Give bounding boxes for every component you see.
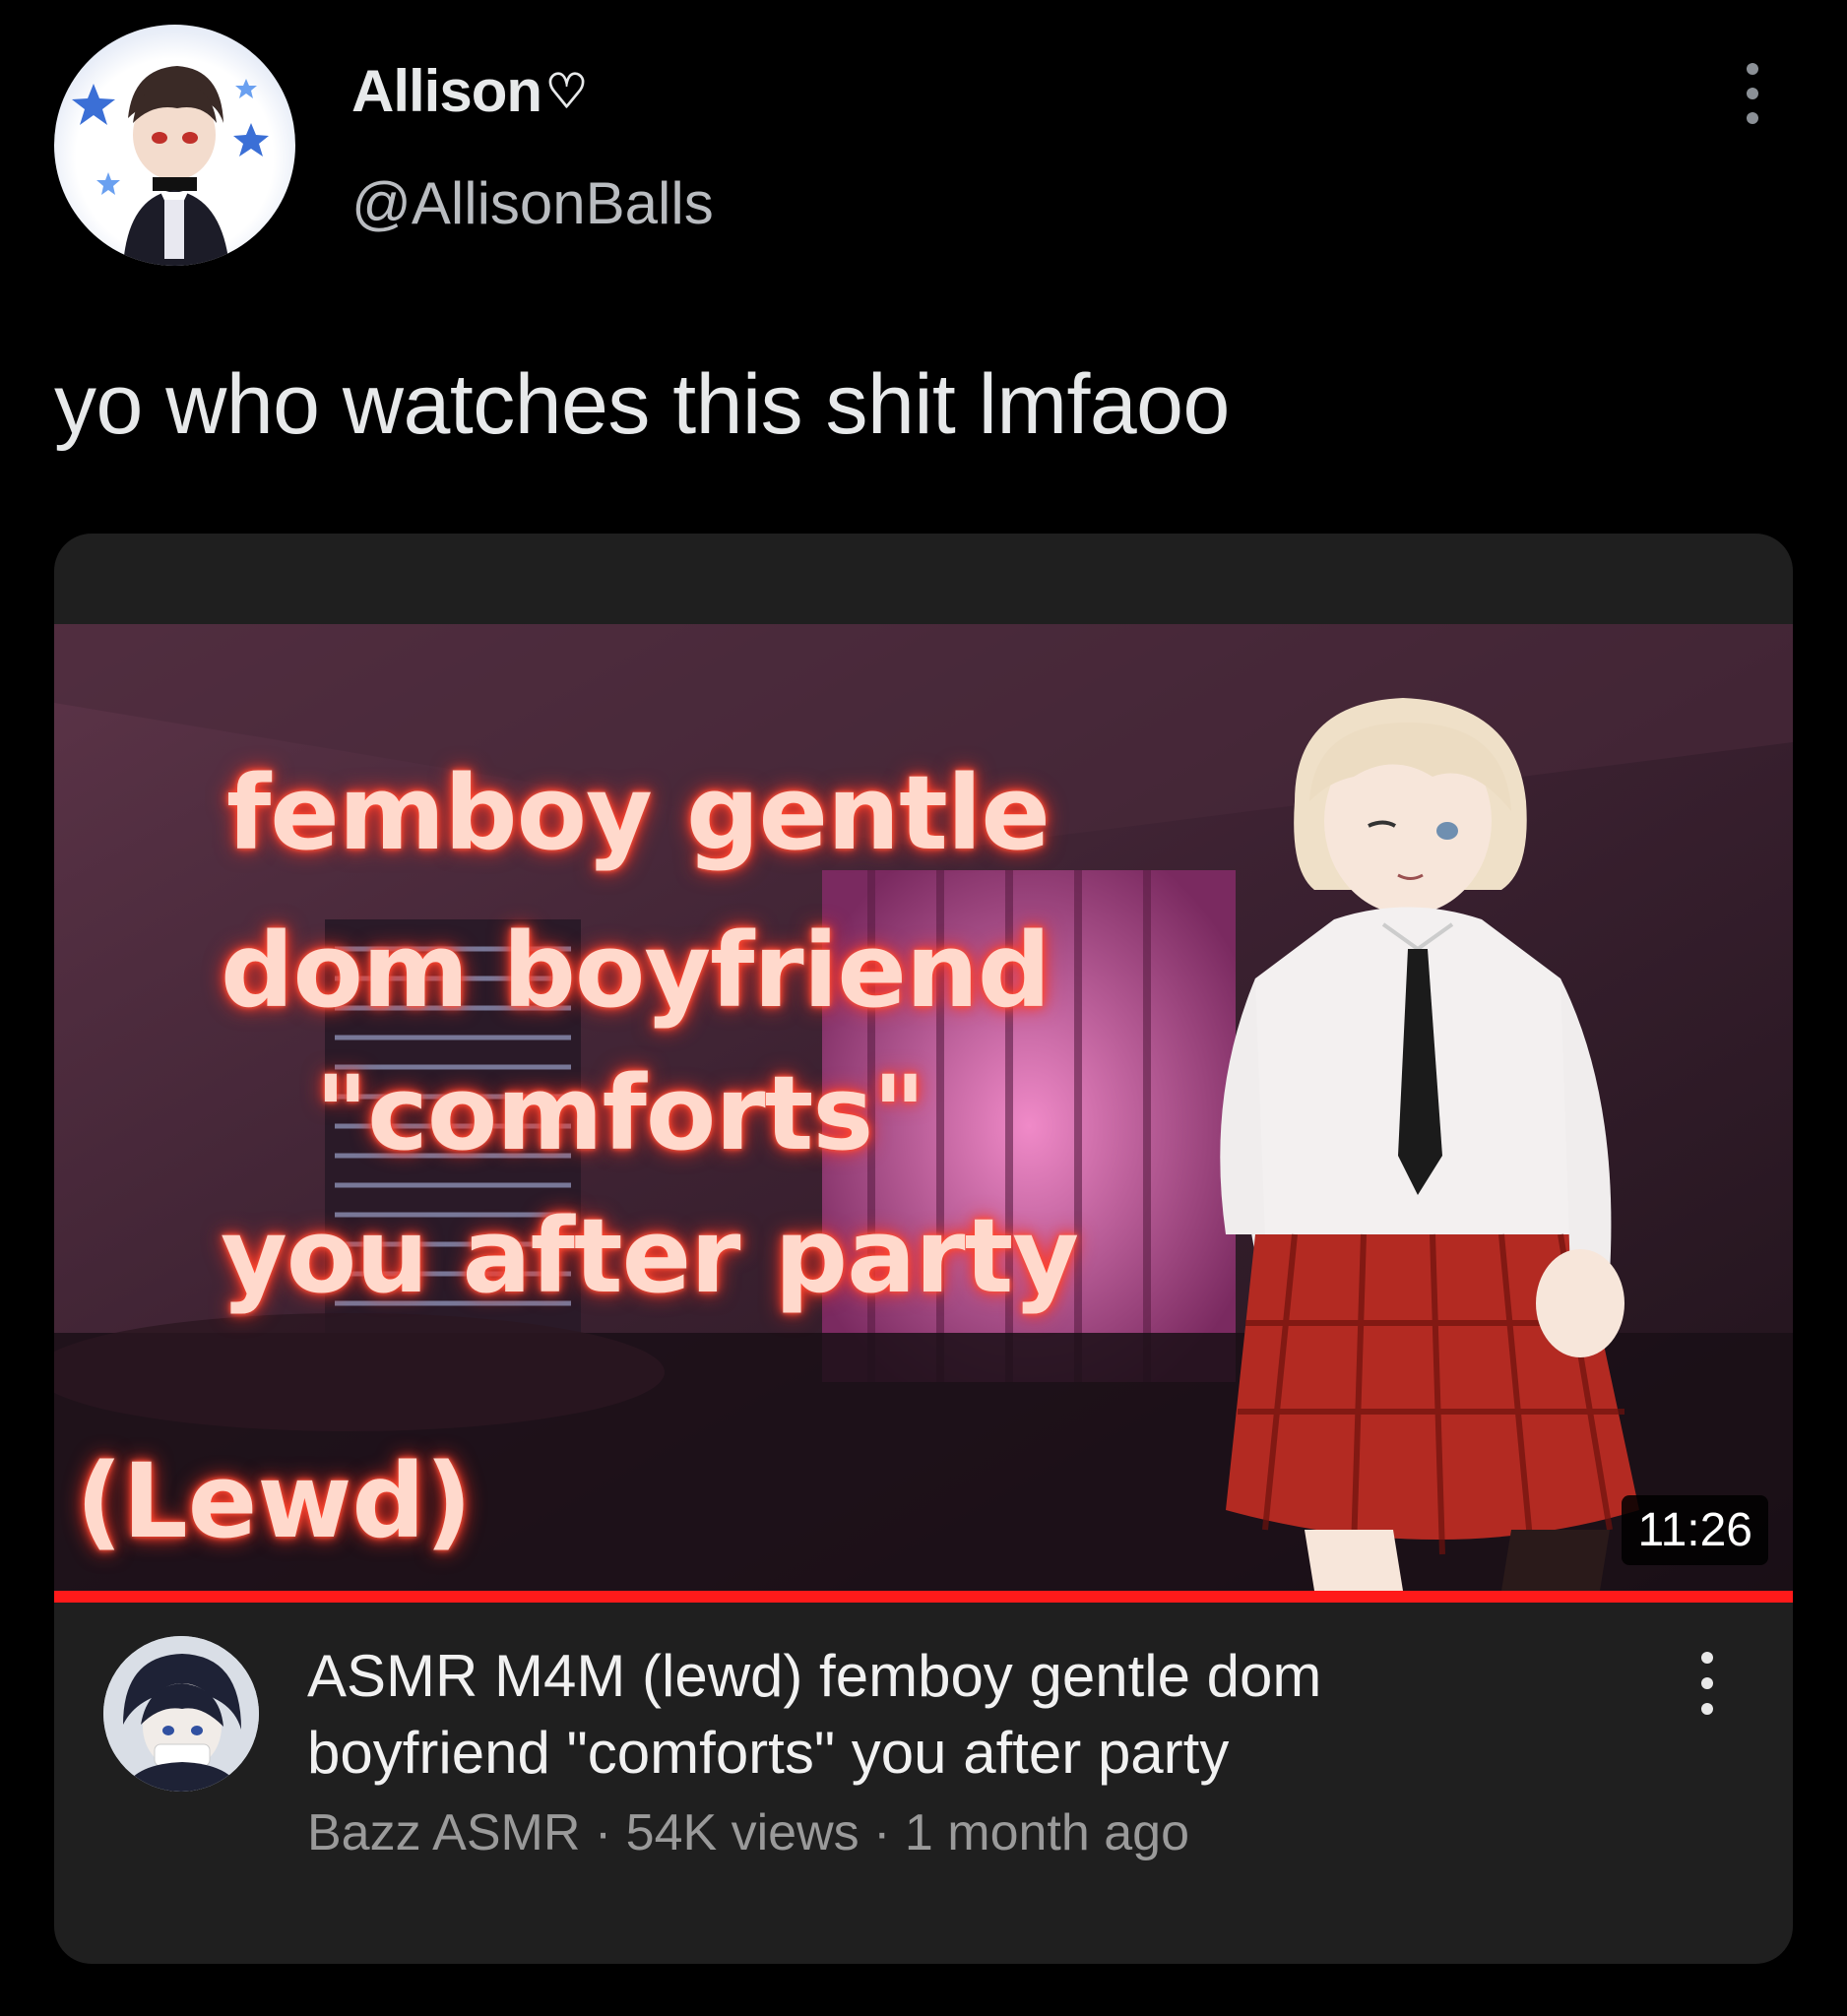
- dot: [1701, 1652, 1713, 1664]
- display-name-text: Allison: [351, 58, 542, 124]
- user-handle[interactable]: @AllisonBalls: [351, 169, 714, 237]
- watch-progress-fill: [54, 1591, 1793, 1603]
- dot: [1747, 63, 1758, 75]
- meta-separator: ·: [594, 1804, 612, 1861]
- thumbnail-line: you after party: [221, 1196, 1079, 1316]
- tweet-more-button[interactable]: [1728, 59, 1777, 128]
- avatar-image: [72, 66, 269, 266]
- thumbnail-tag: (Lewd): [76, 1441, 473, 1561]
- video-meta: Bazz ASMR · 54K views · 1 month ago: [307, 1803, 1189, 1862]
- video-more-button[interactable]: [1684, 1646, 1733, 1725]
- dot: [1701, 1703, 1713, 1715]
- thumbnail-line: dom boyfriend: [221, 911, 1051, 1031]
- dot: [1747, 112, 1758, 124]
- thumbnail-line: femboy gentle: [226, 753, 1051, 873]
- anime-character-illustration: [1220, 698, 1639, 1591]
- video-duration: 11:26: [1622, 1495, 1768, 1565]
- display-name[interactable]: Allison♡: [351, 57, 588, 125]
- meta-separator: ·: [873, 1804, 891, 1861]
- thumbnail-line: "comforts": [315, 1053, 925, 1173]
- watch-progress-bar: [54, 1591, 1793, 1603]
- tweet-text: yo who watches this shit lmfaoo: [54, 357, 1230, 452]
- heart-outline-icon: ♡: [545, 66, 588, 118]
- view-count: 54K views: [625, 1804, 860, 1861]
- channel-avatar[interactable]: [103, 1636, 259, 1792]
- video-card[interactable]: femboy gentle dom boyfriend "comforts" y…: [54, 534, 1793, 1964]
- channel-avatar-image: [103, 1636, 259, 1792]
- video-thumbnail[interactable]: femboy gentle dom boyfriend "comforts" y…: [54, 624, 1793, 1591]
- video-title[interactable]: ASMR M4M (lewd) femboy gentle dom boyfri…: [307, 1638, 1567, 1792]
- channel-name[interactable]: Bazz ASMR: [307, 1804, 580, 1861]
- tweet: Allison♡ @AllisonBalls yo who watches th…: [0, 0, 1847, 2016]
- dot: [1701, 1677, 1713, 1689]
- dot: [1747, 88, 1758, 99]
- profile-avatar[interactable]: [54, 25, 295, 266]
- upload-age: 1 month ago: [904, 1804, 1189, 1861]
